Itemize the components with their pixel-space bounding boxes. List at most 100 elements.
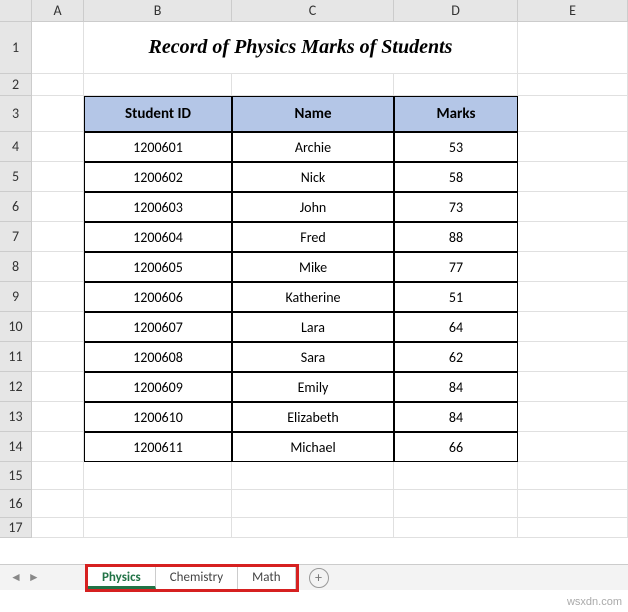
cell-E10[interactable] — [518, 312, 628, 342]
table-cell-name[interactable]: Katherine — [232, 282, 394, 312]
cell-A3[interactable] — [32, 96, 84, 132]
cell-A13[interactable] — [32, 402, 84, 432]
select-all-corner[interactable] — [0, 0, 32, 22]
cell-E13[interactable] — [518, 402, 628, 432]
table-cell-marks[interactable]: 88 — [394, 222, 518, 252]
cell-A1[interactable] — [32, 22, 84, 74]
cell-A5[interactable] — [32, 162, 84, 192]
table-cell-marks[interactable]: 77 — [394, 252, 518, 282]
table-cell-marks[interactable]: 66 — [394, 432, 518, 462]
cell-A16[interactable] — [32, 490, 84, 518]
cell-E5[interactable] — [518, 162, 628, 192]
row-header-11[interactable]: 11 — [0, 342, 32, 372]
cell-E8[interactable] — [518, 252, 628, 282]
table-cell-marks[interactable]: 73 — [394, 192, 518, 222]
col-header-e[interactable]: E — [518, 0, 628, 22]
cell-E2[interactable] — [518, 74, 628, 96]
table-cell-name[interactable]: John — [232, 192, 394, 222]
cell-E11[interactable] — [518, 342, 628, 372]
sheet-tab-physics[interactable]: Physics — [88, 567, 156, 589]
table-header-studentid[interactable]: Student ID — [84, 96, 232, 132]
row-header-3[interactable]: 3 — [0, 96, 32, 132]
cell-E4[interactable] — [518, 132, 628, 162]
table-header-marks[interactable]: Marks — [394, 96, 518, 132]
cell-A15[interactable] — [32, 462, 84, 490]
table-cell-id[interactable]: 1200606 — [84, 282, 232, 312]
cell-E7[interactable] — [518, 222, 628, 252]
table-cell-marks[interactable]: 64 — [394, 312, 518, 342]
cell-D17[interactable] — [394, 518, 518, 538]
table-cell-name[interactable]: Fred — [232, 222, 394, 252]
table-cell-id[interactable]: 1200605 — [84, 252, 232, 282]
table-cell-name[interactable]: Lara — [232, 312, 394, 342]
cell-A14[interactable] — [32, 432, 84, 462]
table-cell-marks[interactable]: 53 — [394, 132, 518, 162]
cell-C17[interactable] — [232, 518, 394, 538]
tab-nav-prev-icon[interactable]: ◄ — [10, 570, 22, 585]
cell-E17[interactable] — [518, 518, 628, 538]
cell-E14[interactable] — [518, 432, 628, 462]
cell-D2[interactable] — [394, 74, 518, 96]
row-header-9[interactable]: 9 — [0, 282, 32, 312]
table-cell-id[interactable]: 1200607 — [84, 312, 232, 342]
table-cell-id[interactable]: 1200601 — [84, 132, 232, 162]
row-header-14[interactable]: 14 — [0, 432, 32, 462]
row-header-5[interactable]: 5 — [0, 162, 32, 192]
cell-E16[interactable] — [518, 490, 628, 518]
cell-C15[interactable] — [232, 462, 394, 490]
table-cell-name[interactable]: Michael — [232, 432, 394, 462]
table-cell-id[interactable]: 1200608 — [84, 342, 232, 372]
cell-D16[interactable] — [394, 490, 518, 518]
tab-nav-next-icon[interactable]: ► — [28, 570, 40, 585]
row-header-7[interactable]: 7 — [0, 222, 32, 252]
cell-C16[interactable] — [232, 490, 394, 518]
col-header-b[interactable]: B — [84, 0, 232, 22]
table-cell-name[interactable]: Nick — [232, 162, 394, 192]
table-cell-id[interactable]: 1200603 — [84, 192, 232, 222]
cell-A2[interactable] — [32, 74, 84, 96]
cell-E3[interactable] — [518, 96, 628, 132]
cell-D15[interactable] — [394, 462, 518, 490]
cell-A4[interactable] — [32, 132, 84, 162]
cell-C2[interactable] — [232, 74, 394, 96]
cell-A12[interactable] — [32, 372, 84, 402]
cell-E9[interactable] — [518, 282, 628, 312]
cell-E1[interactable] — [518, 22, 628, 74]
table-cell-name[interactable]: Mike — [232, 252, 394, 282]
table-cell-id[interactable]: 1200604 — [84, 222, 232, 252]
tab-nav-arrows[interactable]: ◄ ► — [10, 570, 40, 585]
cell-B16[interactable] — [84, 490, 232, 518]
table-cell-id[interactable]: 1200602 — [84, 162, 232, 192]
cell-E12[interactable] — [518, 372, 628, 402]
table-cell-name[interactable]: Emily — [232, 372, 394, 402]
row-header-17[interactable]: 17 — [0, 518, 32, 538]
cell-A10[interactable] — [32, 312, 84, 342]
cell-B15[interactable] — [84, 462, 232, 490]
row-header-13[interactable]: 13 — [0, 402, 32, 432]
row-header-6[interactable]: 6 — [0, 192, 32, 222]
cell-B17[interactable] — [84, 518, 232, 538]
cell-E15[interactable] — [518, 462, 628, 490]
row-header-1[interactable]: 1 — [0, 22, 32, 74]
row-header-2[interactable]: 2 — [0, 74, 32, 96]
table-cell-id[interactable]: 1200609 — [84, 372, 232, 402]
cell-B2[interactable] — [84, 74, 232, 96]
row-header-12[interactable]: 12 — [0, 372, 32, 402]
row-header-16[interactable]: 16 — [0, 490, 32, 518]
row-header-4[interactable]: 4 — [0, 132, 32, 162]
cell-A6[interactable] — [32, 192, 84, 222]
col-header-a[interactable]: A — [32, 0, 84, 22]
cell-A9[interactable] — [32, 282, 84, 312]
col-header-d[interactable]: D — [394, 0, 518, 22]
cell-A8[interactable] — [32, 252, 84, 282]
sheet-tab-chemistry[interactable]: Chemistry — [156, 567, 238, 589]
row-header-10[interactable]: 10 — [0, 312, 32, 342]
row-header-8[interactable]: 8 — [0, 252, 32, 282]
row-header-15[interactable]: 15 — [0, 462, 32, 490]
page-title[interactable]: Record of Physics Marks of Students — [84, 22, 518, 74]
col-header-c[interactable]: C — [232, 0, 394, 22]
table-cell-marks[interactable]: 62 — [394, 342, 518, 372]
table-cell-name[interactable]: Archie — [232, 132, 394, 162]
table-cell-name[interactable]: Sara — [232, 342, 394, 372]
table-cell-id[interactable]: 1200611 — [84, 432, 232, 462]
